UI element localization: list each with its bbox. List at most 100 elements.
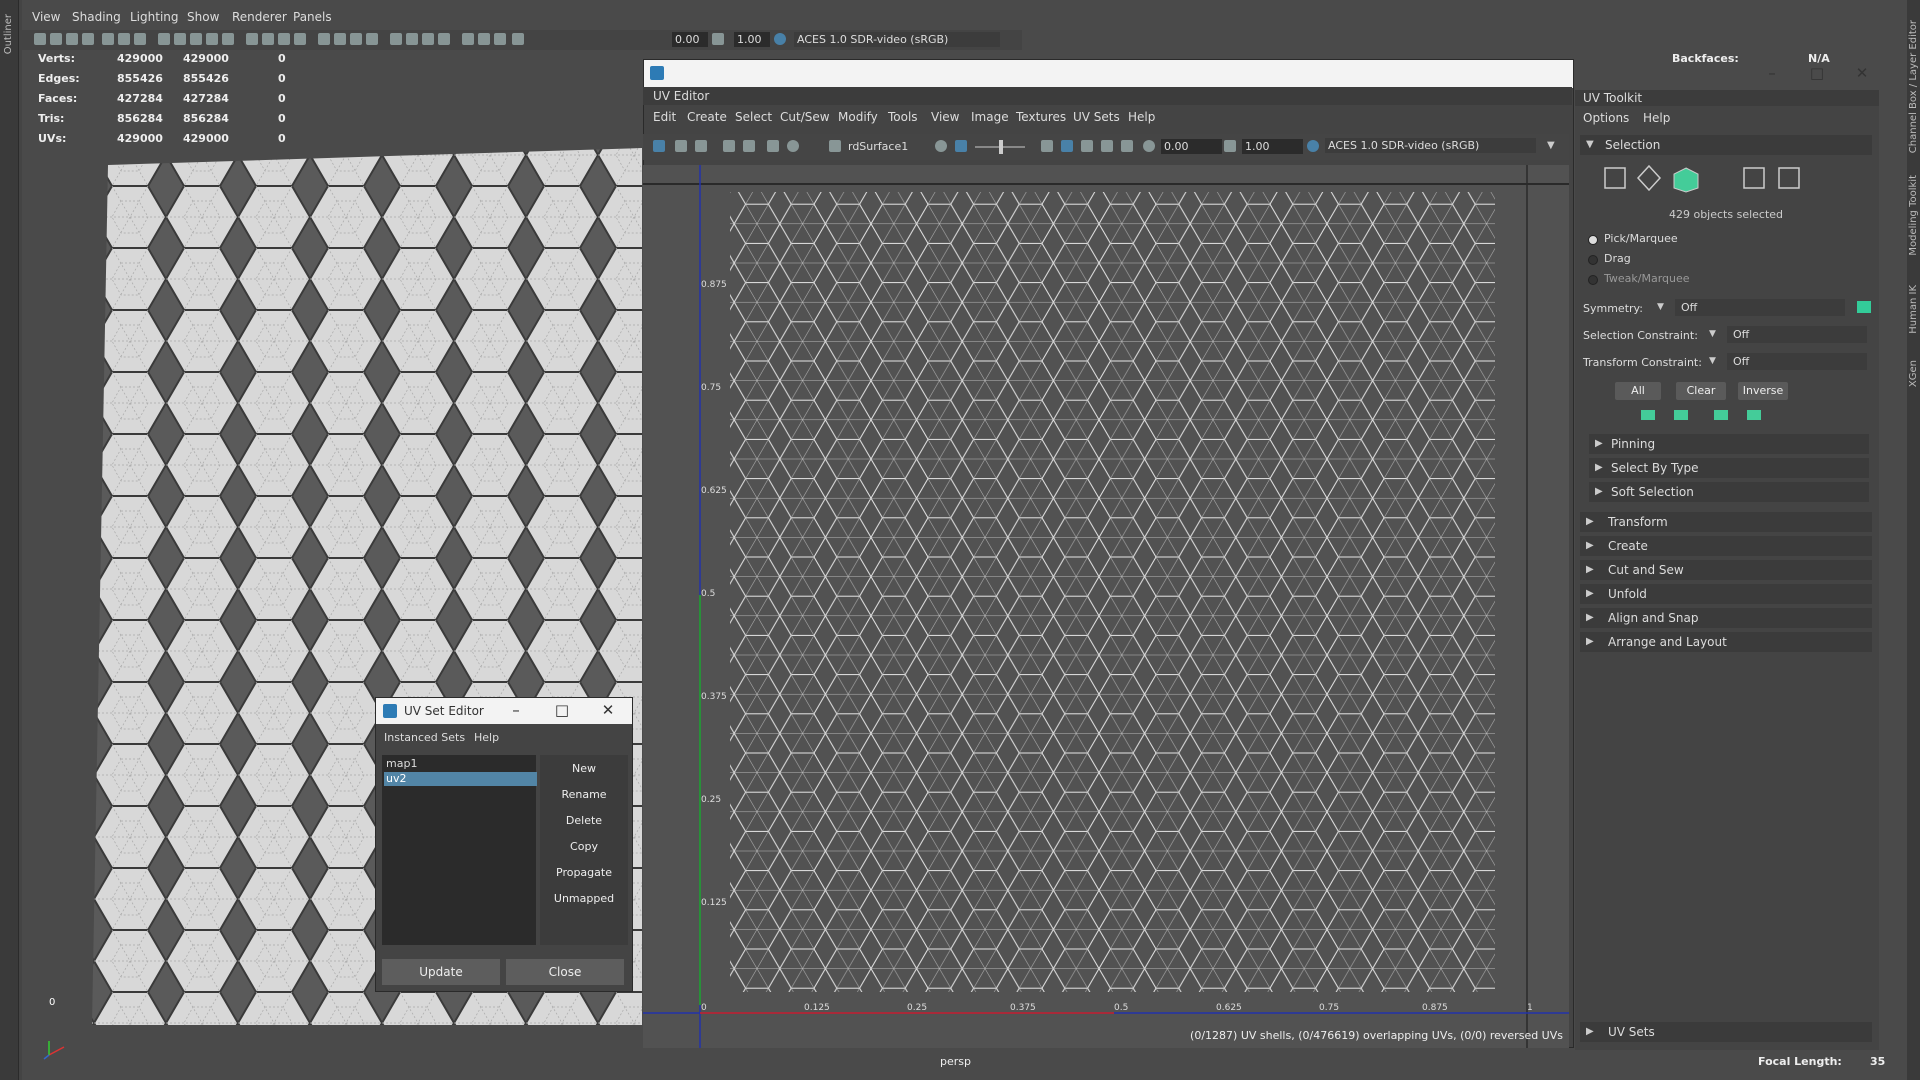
ao-icon[interactable] (318, 33, 330, 45)
inverse-button[interactable]: Inverse (1738, 382, 1788, 400)
uv-menu-create[interactable]: Create (687, 110, 727, 124)
select-all-button[interactable]: All (1615, 382, 1661, 400)
section-align-and-snap[interactable]: ▶ Align and Snap (1580, 608, 1872, 628)
menu-view[interactable]: View (32, 10, 60, 24)
uv-menu-view[interactable]: View (931, 110, 959, 124)
subsection-soft-selection[interactable]: ▶ Soft Selection (1589, 482, 1869, 502)
menu-lighting[interactable]: Lighting (130, 10, 179, 24)
menu-help[interactable]: Help (474, 731, 499, 744)
resolution-gate-icon[interactable] (134, 33, 146, 45)
colorspace-dropdown[interactable]: ACES 1.0 SDR-video (sRGB) (794, 32, 1000, 47)
clear-button[interactable]: Clear (1676, 382, 1726, 400)
dof-icon[interactable] (366, 33, 378, 45)
wireframe-icon[interactable] (158, 33, 170, 45)
rename-button[interactable]: Rename (544, 784, 624, 805)
close-button[interactable]: Close (506, 959, 624, 985)
shrink-selection-icon[interactable] (1674, 410, 1688, 420)
exposure-field[interactable]: 0.00 (672, 32, 708, 47)
uv-render-icon[interactable] (935, 140, 947, 152)
uv-grid-icon[interactable] (723, 140, 735, 152)
uv-dim-image-icon[interactable] (955, 140, 967, 152)
uv-colorspace-dropdown[interactable]: ACES 1.0 SDR-video (sRGB) (1325, 138, 1536, 153)
transform-constraint-dropdown[interactable]: Off (1727, 353, 1867, 370)
subsection-pinning[interactable]: ▶ Pinning (1589, 434, 1869, 454)
radio-tweak-marquee[interactable] (1588, 275, 1598, 285)
sync-icon[interactable] (478, 33, 490, 45)
uv-menu-cutsew[interactable]: Cut/Sew (780, 110, 830, 124)
textured-icon[interactable] (206, 33, 218, 45)
field-chart-icon[interactable] (422, 33, 434, 45)
new-button[interactable]: New (544, 758, 624, 779)
section-create[interactable]: ▶ Create (1580, 536, 1872, 556)
symmetry-options-icon[interactable] (1857, 301, 1871, 313)
close-icon[interactable]: ✕ (598, 701, 618, 719)
radio-pick-marquee[interactable] (1588, 235, 1598, 245)
selection-constraint-dropdown[interactable]: Off (1727, 326, 1867, 343)
image-plane-icon[interactable] (82, 33, 94, 45)
uv-checker-icon[interactable] (675, 140, 687, 152)
minimize-icon[interactable]: – (1762, 64, 1782, 82)
unmapped-button[interactable]: Unmapped (544, 888, 624, 909)
uv-alpha-icon[interactable] (1101, 140, 1113, 152)
uv-gamma-icon[interactable] (1224, 140, 1236, 152)
smooth-shade-icon[interactable] (174, 33, 186, 45)
wire-on-shaded-icon[interactable] (190, 33, 202, 45)
section-unfold[interactable]: ▶ Unfold (1580, 584, 1872, 604)
section-transform[interactable]: ▶ Transform (1580, 512, 1872, 532)
bookmark-icon[interactable] (66, 33, 78, 45)
uv-menu-image[interactable]: Image (971, 110, 1009, 124)
uv-rgb-icon[interactable] (1081, 140, 1093, 152)
chevron-down-icon[interactable]: ▼ (1709, 329, 1716, 339)
uv-exposure-icon[interactable] (1143, 140, 1155, 152)
chevron-down-icon[interactable]: ▼ (1547, 140, 1555, 151)
xray-icon[interactable] (262, 33, 274, 45)
grow-selection-icon[interactable] (1641, 410, 1655, 420)
shadows-icon[interactable] (246, 33, 258, 45)
uv-tiles-icon[interactable] (767, 140, 779, 152)
menu-instanced-sets[interactable]: Instanced Sets (384, 731, 465, 744)
shrink-loop-icon[interactable] (1747, 410, 1761, 420)
uv-gamma-field[interactable]: 1.00 (1242, 139, 1303, 154)
uv-menu-select[interactable]: Select (735, 110, 772, 124)
update-button[interactable]: Update (382, 959, 500, 985)
aa-icon[interactable] (350, 33, 362, 45)
uv-set-item-map1[interactable]: map1 (384, 757, 537, 771)
radio-drag[interactable] (1588, 255, 1598, 265)
menu-panels[interactable]: Panels (293, 10, 332, 24)
uv-menu-uvsets[interactable]: UV Sets (1073, 110, 1120, 124)
close-icon[interactable]: ✕ (1852, 64, 1872, 82)
ui-icon[interactable] (462, 33, 474, 45)
propagate-button[interactable]: Propagate (544, 862, 624, 883)
camera-select-icon[interactable] (34, 33, 46, 45)
copy-button[interactable]: Copy (544, 836, 624, 857)
exposure-icon[interactable] (494, 33, 506, 45)
tab-human-ik[interactable]: Human IK (1908, 285, 1919, 334)
uv-shell-icon[interactable] (653, 140, 665, 152)
uv-canvas[interactable]: 0.875 0.75 0.625 0.5 0.375 0.25 0.125 0 … (643, 165, 1569, 1048)
menu-renderer[interactable]: Renderer (232, 10, 287, 24)
lights-icon[interactable] (222, 33, 234, 45)
film-origin-icon[interactable] (438, 33, 450, 45)
uvtk-menu-help[interactable]: Help (1643, 111, 1670, 125)
uvtk-menu-options[interactable]: Options (1583, 111, 1629, 125)
uv-bake-icon[interactable] (1041, 140, 1053, 152)
uv-menu-modify[interactable]: Modify (838, 110, 878, 124)
uv-menu-tools[interactable]: Tools (888, 110, 918, 124)
tab-xgen[interactable]: XGen (1908, 360, 1919, 387)
uv-image-icon[interactable] (829, 140, 841, 152)
uv-menu-textures[interactable]: Textures (1016, 110, 1066, 124)
tab-channel-box[interactable]: Channel Box / Layer Editor (1908, 20, 1919, 153)
symmetry-dropdown[interactable]: Off (1675, 299, 1845, 316)
uv-dim-slider-handle[interactable] (999, 140, 1003, 154)
uv-menu-edit[interactable]: Edit (653, 110, 676, 124)
uv-set-item-uv2[interactable]: uv2 (384, 772, 537, 786)
gamma-field[interactable]: 1.00 (734, 32, 770, 47)
menu-shading[interactable]: Shading (72, 10, 121, 24)
menu-show[interactable]: Show (187, 10, 219, 24)
colorspace-icon[interactable] (774, 33, 786, 45)
hud-icon[interactable] (390, 33, 402, 45)
xray-joints-icon[interactable] (278, 33, 290, 45)
uv-isolate-icon[interactable] (787, 140, 799, 152)
uv-psd-icon[interactable] (1121, 140, 1133, 152)
chevron-down-icon[interactable]: ▼ (1657, 302, 1664, 312)
